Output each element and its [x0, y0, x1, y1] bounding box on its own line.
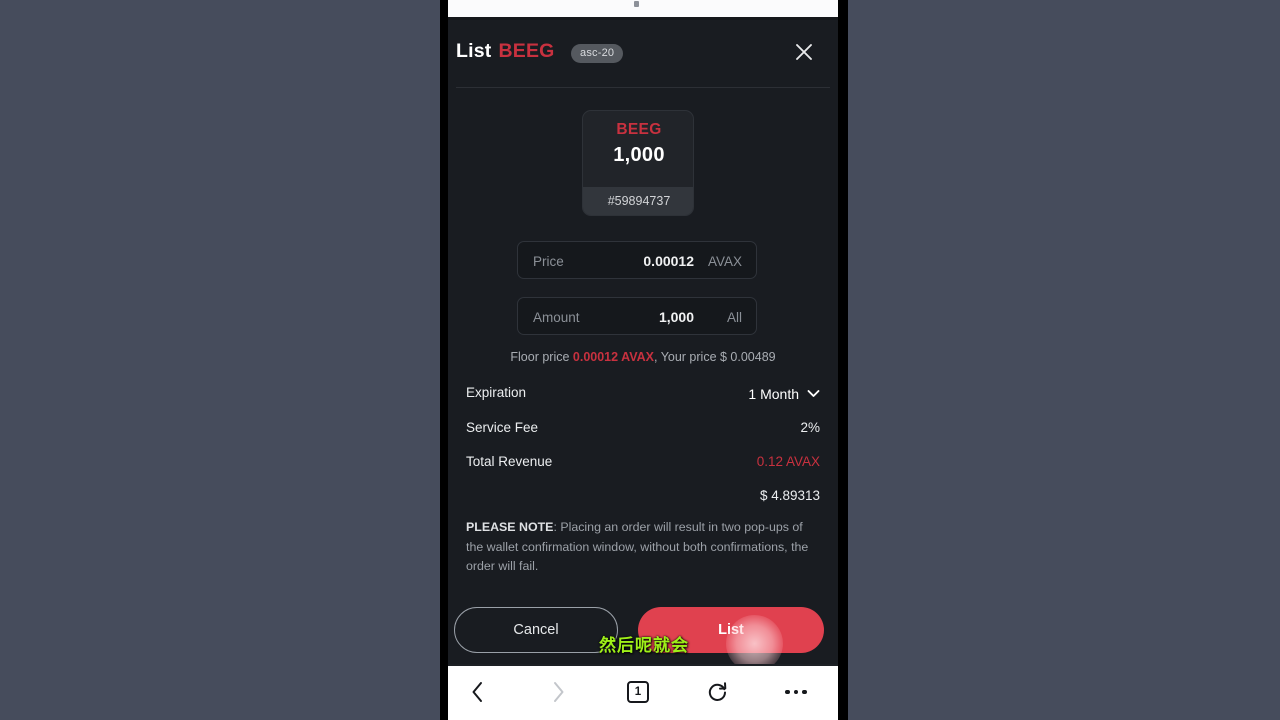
price-label: Price — [533, 253, 564, 269]
more-dots — [785, 689, 807, 695]
please-note-text: PLEASE NOTE: Placing an order will resul… — [466, 518, 814, 577]
browser-bottom-nav: 1 — [448, 664, 838, 720]
amount-input-row[interactable]: Amount 1,000 All — [517, 297, 757, 335]
amount-all-button[interactable]: All — [727, 298, 742, 336]
tab-count-label: 1 — [627, 681, 649, 703]
cancel-button[interactable]: Cancel — [454, 607, 618, 653]
token-card-symbol: BEEG — [616, 121, 662, 138]
total-revenue-row: Total Revenue 0.12 AVAX — [466, 454, 820, 476]
list-button[interactable]: List — [638, 607, 824, 653]
modal-title-ticker: BEEG — [498, 40, 555, 62]
modal-title-prefix: List — [456, 40, 492, 62]
phone-frame-left-edge — [440, 0, 448, 720]
price-input-row[interactable]: Price 0.00012 AVAX — [517, 241, 757, 279]
token-card-amount: 1,000 — [613, 144, 665, 166]
token-card-inscription-id: #59894737 — [583, 187, 693, 215]
browser-top-chrome-strip — [448, 0, 838, 17]
expiration-label: Expiration — [466, 385, 527, 400]
chevron-right-icon[interactable] — [538, 674, 578, 710]
header-divider — [456, 87, 830, 88]
chevron-left-icon[interactable] — [457, 674, 497, 710]
phone-viewport: List BEEG asc-20 BEEG 1,000 #59894737 Pri… — [448, 0, 838, 720]
your-price-value: , Your price $ 0.00489 — [653, 350, 776, 364]
expiration-select[interactable]: 1 Month — [748, 385, 820, 403]
total-revenue-usd-value: $ 4.89313 — [759, 488, 820, 503]
browser-chrome-dot — [634, 1, 639, 7]
token-type-badge: asc-20 — [571, 44, 624, 63]
expiration-value: 1 Month — [748, 386, 799, 402]
amount-input[interactable]: 1,000 — [659, 298, 694, 336]
token-card: BEEG 1,000 #59894737 — [582, 110, 694, 216]
phone-frame-right-edge — [838, 0, 848, 720]
close-icon[interactable] — [789, 37, 819, 67]
floor-price-info: Floor price 0.00012 AVAX, Your price $ 0… — [448, 350, 838, 364]
amount-label: Amount — [533, 309, 580, 325]
price-input[interactable]: 0.00012 — [643, 242, 694, 280]
browser-nav-top-border — [448, 664, 838, 666]
refresh-icon[interactable] — [697, 674, 737, 710]
screen-root: List BEEG asc-20 BEEG 1,000 #59894737 Pri… — [0, 0, 1280, 720]
list-token-modal: List BEEG asc-20 BEEG 1,000 #59894737 Pri… — [448, 20, 838, 672]
price-currency-label: AVAX — [707, 253, 742, 269]
service-fee-row: Service Fee 2% — [466, 420, 820, 442]
chevron-down-icon — [807, 385, 820, 403]
modal-header: List BEEG asc-20 — [448, 20, 838, 88]
expiration-row[interactable]: Expiration 1 Month — [466, 385, 820, 407]
more-horizontal-icon[interactable] — [776, 674, 816, 710]
total-revenue-value: 0.12 AVAX — [756, 454, 820, 469]
service-fee-value: 2% — [800, 420, 820, 435]
floor-price-prefix: Floor price — [510, 350, 573, 364]
service-fee-label: Service Fee — [466, 420, 539, 435]
please-note-heading: PLEASE NOTE — [466, 520, 554, 534]
floor-price-value: 0.00012 AVAX — [572, 350, 654, 364]
page-title: List BEEG — [456, 40, 555, 63]
tab-count-button[interactable]: 1 — [618, 674, 658, 710]
total-revenue-label: Total Revenue — [466, 454, 553, 469]
